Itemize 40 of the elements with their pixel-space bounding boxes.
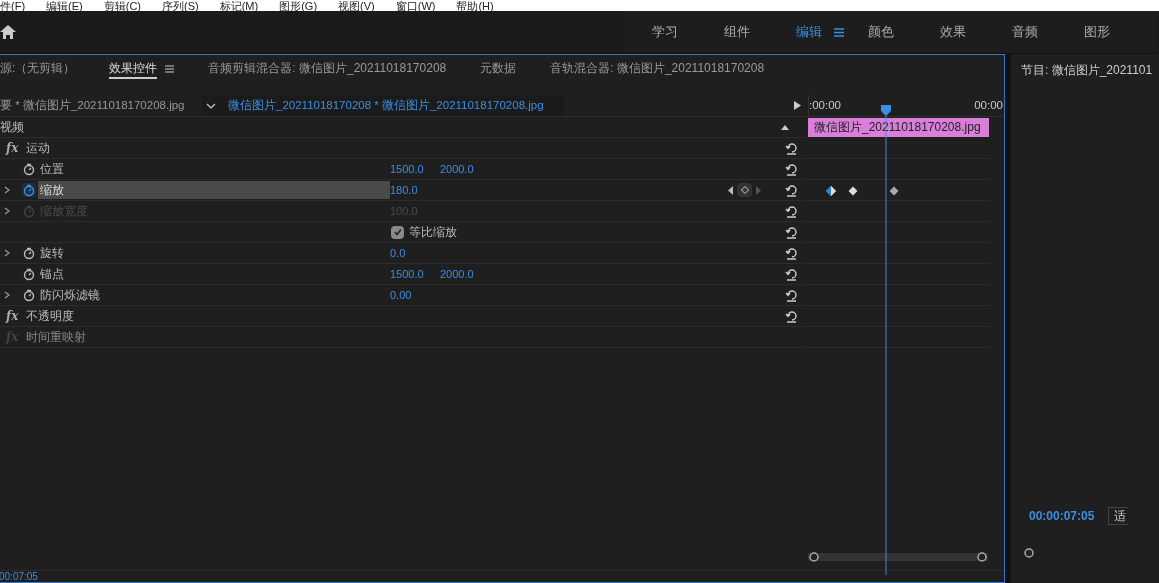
panel-tab[interactable]: 音轨混合器: 微信图片_20211018170208: [550, 59, 765, 79]
property-value[interactable]: 0.00: [390, 286, 440, 304]
checkbox-label: 等比缩放: [409, 224, 457, 241]
property-label: 缩放: [38, 181, 390, 199]
property-value[interactable]: 2000.0: [440, 160, 490, 178]
property-value[interactable]: 2000.0: [440, 265, 490, 283]
workspace-tab[interactable]: 图形: [1084, 22, 1110, 42]
panel-tab[interactable]: 源:（无剪辑）: [0, 59, 76, 79]
zoom-dropdown[interactable]: 适: [1108, 507, 1129, 525]
panel-tab[interactable]: 效果控件: [109, 59, 158, 79]
fx-toggle[interactable]: fx: [6, 307, 19, 325]
property-value[interactable]: 1500.0: [390, 160, 440, 178]
property-value[interactable]: 0.0: [390, 244, 440, 262]
workspace-tab[interactable]: 音频: [1012, 22, 1038, 42]
workspace-tab[interactable]: 编辑: [796, 22, 822, 42]
program-timecode[interactable]: 00:00:07:05: [1029, 507, 1095, 525]
property-label: 旋转: [39, 245, 65, 262]
property-value[interactable]: 1500.0: [390, 265, 440, 283]
section-label: 视频: [0, 119, 24, 136]
property-label: 锚点: [39, 266, 65, 283]
property-value[interactable]: 180.0: [390, 181, 440, 199]
workspace-tab[interactable]: 学习: [652, 22, 678, 42]
ruler-start-time: :00:00: [809, 98, 841, 113]
clip-bar[interactable]: 微信图片_20211018170208.jpg: [808, 118, 989, 137]
fx-toggle[interactable]: fx: [6, 139, 19, 157]
effect-label: 运动: [26, 140, 51, 157]
property-label: 防闪烁滤镜: [39, 287, 101, 304]
workspace-tab[interactable]: 效果: [940, 22, 966, 42]
master-clip-label[interactable]: 要 * 微信图片_20211018170208.jpg: [0, 96, 202, 115]
workspace-tab[interactable]: 组件: [724, 22, 750, 42]
workspace-tab[interactable]: 颜色: [868, 22, 894, 42]
effect-label: 不透明度: [26, 308, 75, 325]
sequence-clip-dropdown[interactable]: 微信图片_20211018170208 * 微信图片_20211018170208.jpg: [202, 95, 564, 116]
program-monitor-title[interactable]: 节目: 微信图片_2021101: [1021, 61, 1159, 79]
panel-tab[interactable]: 音频剪辑混合器: 微信图片_20211018170208: [208, 59, 447, 79]
timecode[interactable]: 00:07:05: [0, 571, 38, 582]
effect-label: 时间重映射: [26, 329, 87, 346]
property-label: 位置: [39, 161, 65, 178]
ruler-end-time: 00:00: [974, 98, 1003, 113]
panel-tab[interactable]: 元数据: [480, 59, 517, 79]
